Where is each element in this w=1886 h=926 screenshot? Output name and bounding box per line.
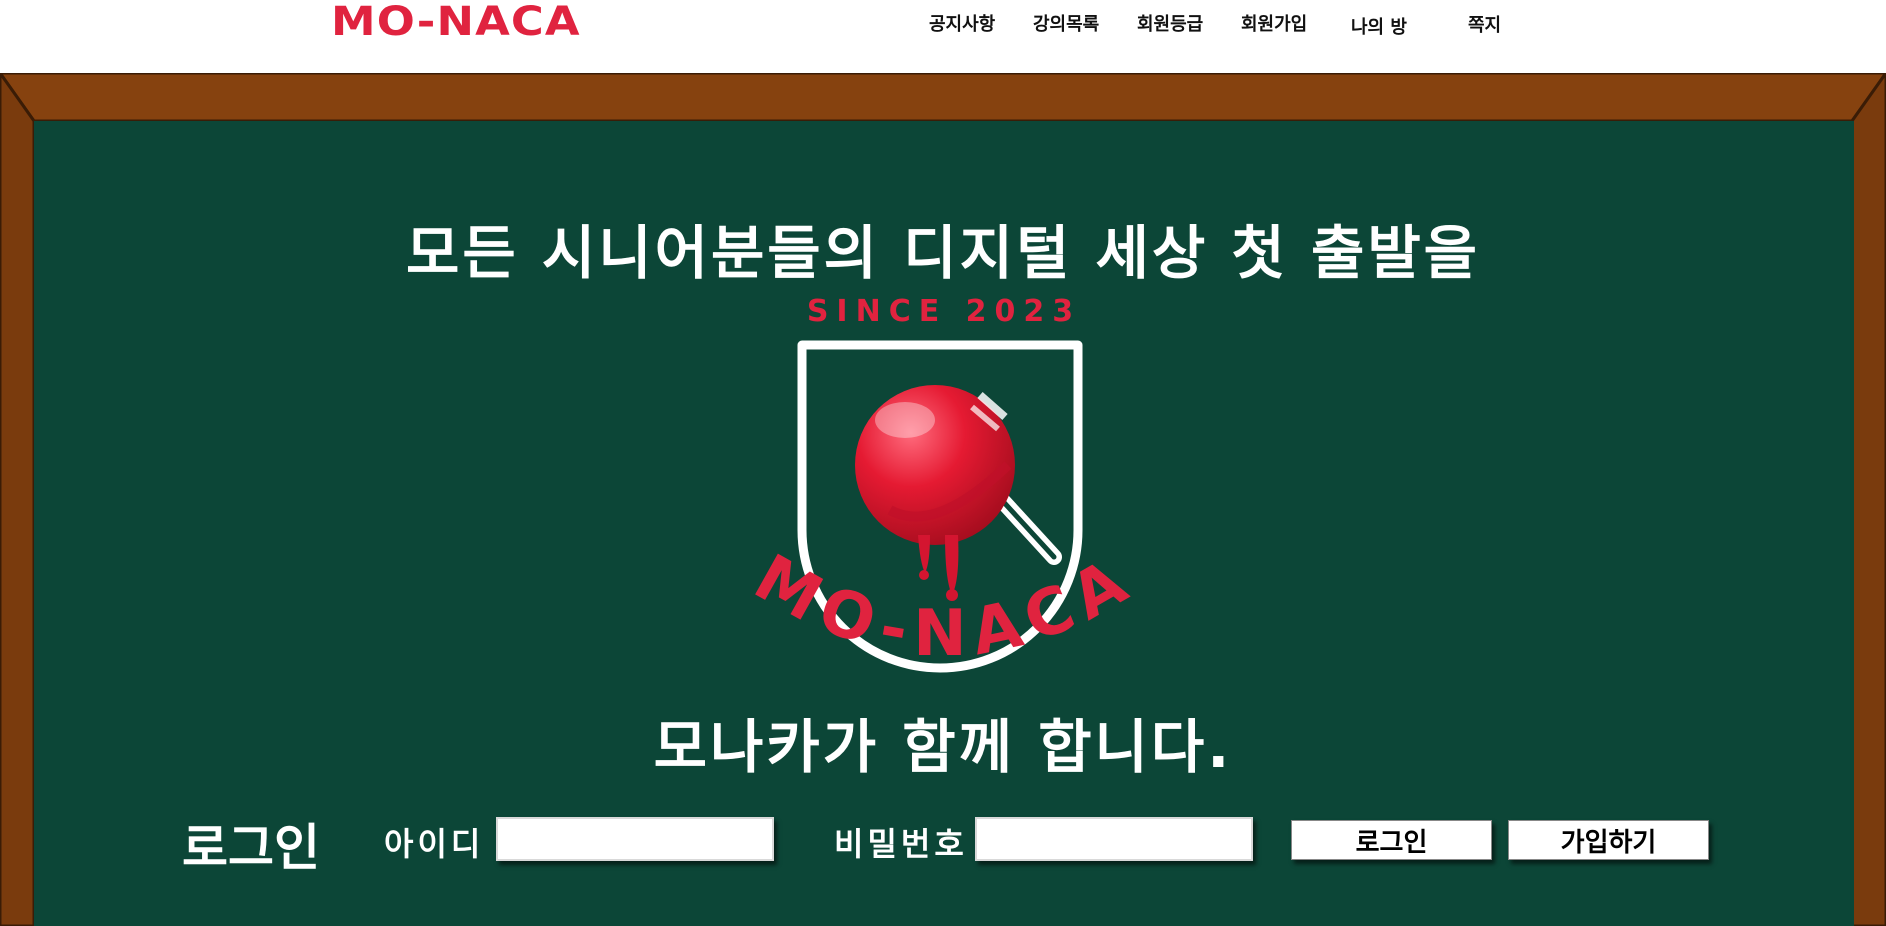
logo-since-text: SINCE 2023 — [807, 295, 1081, 329]
nav-my-room[interactable]: 나의 방 — [1351, 13, 1407, 39]
hero-headline-line1: 모든 시니어분들의 디지털 세상 첫 출발을 — [405, 219, 1481, 287]
password-label: 비밀번호 — [834, 825, 968, 863]
nav-messages[interactable]: 쪽지 — [1468, 11, 1501, 37]
id-input[interactable] — [496, 817, 774, 861]
nav-sign-up[interactable]: 회원가입 — [1241, 10, 1307, 36]
monaca-lollipop-logo: SINCE 2023 MO-NACA — [742, 295, 1147, 673]
login-button[interactable]: 로그인 — [1291, 820, 1492, 860]
nav-course-list[interactable]: 강의목록 — [1033, 10, 1099, 36]
nav-membership-grade[interactable]: 회원등급 — [1137, 10, 1203, 36]
password-input[interactable] — [975, 817, 1253, 861]
top-navigation-bar: MO-NACA 공지사항 강의목록 회원등급 회원가입 나의 방 쪽지 — [0, 0, 1886, 73]
login-title: 로그인 — [182, 819, 320, 877]
hero-headline-line2: 모나카가 함께 합니다. — [653, 713, 1233, 781]
brand-logo-text[interactable]: MO-NACA — [331, 0, 581, 44]
signup-button[interactable]: 가입하기 — [1508, 820, 1709, 860]
logo-brand-text: MO-NACA — [742, 541, 1147, 671]
id-label: 아이디 — [384, 825, 485, 863]
nav-notice[interactable]: 공지사항 — [929, 10, 995, 36]
